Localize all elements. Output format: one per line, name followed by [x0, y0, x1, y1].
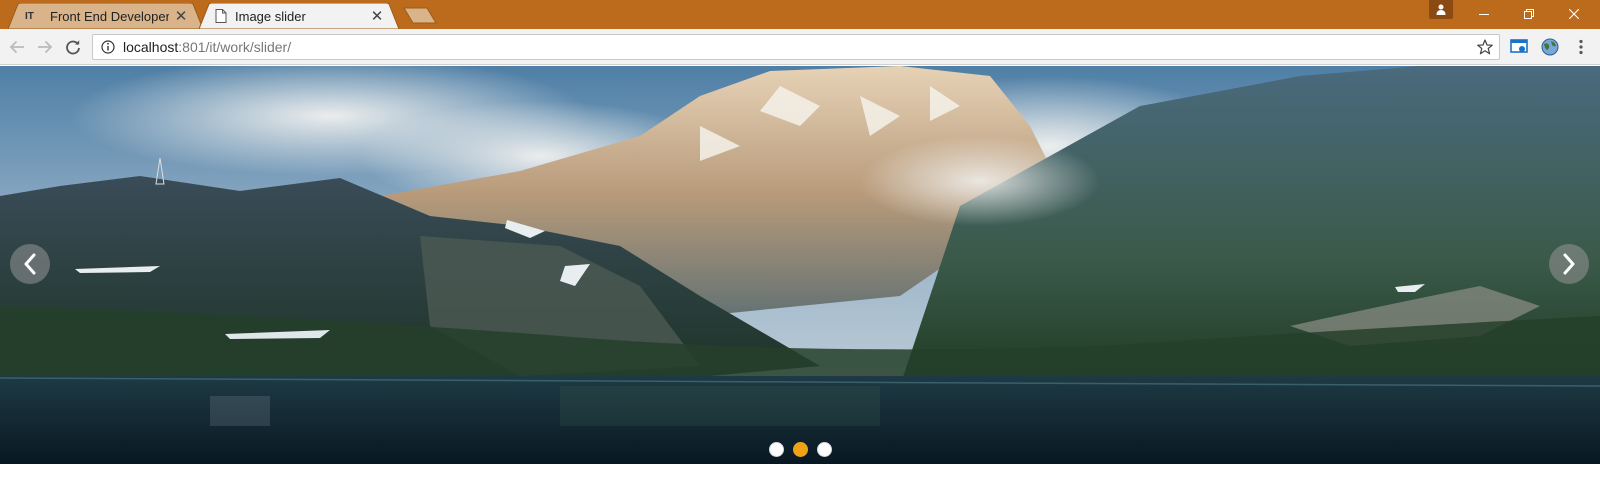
forward-button[interactable]: [34, 36, 56, 58]
screen-capture-icon: [1510, 39, 1528, 53]
minimize-icon: [1478, 13, 1489, 15]
slide-pagination-dots: [769, 442, 832, 457]
it-favicon-icon: IT: [25, 10, 34, 22]
url-host: localhost: [123, 39, 179, 55]
chrome-menu-button[interactable]: [1571, 37, 1591, 57]
prev-slide-button[interactable]: [10, 244, 50, 284]
page-background: [0, 464, 1600, 479]
next-slide-button[interactable]: [1549, 244, 1589, 284]
cast-extension-button[interactable]: [1509, 37, 1529, 57]
slide-dot-3[interactable]: [817, 442, 832, 457]
tab-close-icon[interactable]: ✕: [365, 7, 389, 25]
forward-arrow-icon: [38, 40, 53, 54]
restore-icon: [1523, 8, 1534, 19]
url-text[interactable]: localhost:801/it/work/slider/: [123, 39, 291, 55]
back-arrow-icon: [9, 40, 24, 54]
tab-title: Front End Developer: [50, 8, 169, 24]
tab-close-icon[interactable]: ✕: [169, 7, 193, 25]
bookmark-star-icon[interactable]: [1477, 39, 1493, 55]
browser-title-bar: IT Front End Developer ✕ Image slider ✕: [0, 0, 1600, 29]
back-button[interactable]: [6, 36, 28, 58]
reload-button[interactable]: [62, 36, 84, 58]
minimize-button[interactable]: [1461, 0, 1506, 27]
address-bar[interactable]: localhost:801/it/work/slider/: [92, 34, 1500, 60]
tab-title: Image slider: [235, 8, 306, 24]
more-vert-icon: [1579, 39, 1583, 55]
slide-mountain-lake-image: [0, 66, 1600, 464]
restore-button[interactable]: [1506, 0, 1551, 27]
slide-dot-2-active[interactable]: [793, 442, 808, 457]
new-tab-button[interactable]: [403, 7, 437, 24]
close-window-button[interactable]: [1551, 0, 1596, 27]
globe-icon: [1541, 38, 1559, 56]
tab-image-slider[interactable]: Image slider ✕: [199, 3, 399, 29]
chevron-left-icon: [24, 253, 36, 275]
tab-front-end-developer[interactable]: IT Front End Developer ✕: [8, 3, 203, 29]
profile-button[interactable]: [1429, 0, 1453, 19]
person-icon: [1436, 4, 1446, 15]
browser-toolbar: localhost:801/it/work/slider/: [0, 29, 1600, 65]
url-path: :801/it/work/slider/: [178, 39, 292, 55]
chevron-right-icon: [1563, 253, 1575, 275]
info-icon[interactable]: [101, 40, 115, 54]
image-slider: [0, 66, 1600, 464]
document-icon: [215, 9, 227, 23]
reload-icon: [66, 40, 80, 55]
globe-extension-button[interactable]: [1540, 37, 1560, 57]
slide-dot-1[interactable]: [769, 442, 784, 457]
close-icon: [1568, 8, 1579, 19]
